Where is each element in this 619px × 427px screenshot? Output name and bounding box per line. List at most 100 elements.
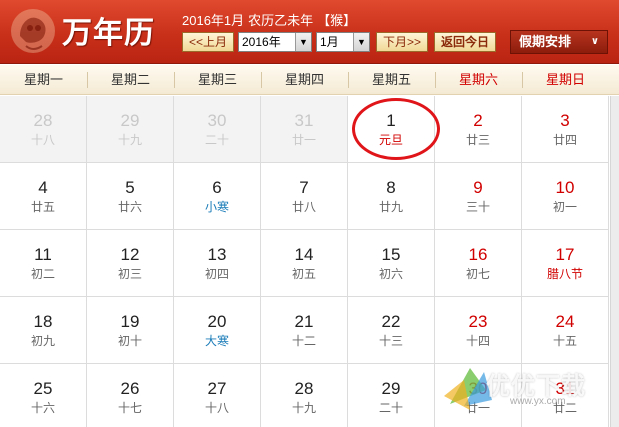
zodiac-text: 【猴】 [317, 13, 357, 28]
day-number: 27 [207, 379, 227, 398]
lunar-date-label: 二十 [204, 133, 229, 147]
day-cell[interactable]: 14 初五 [261, 230, 348, 297]
day-cell[interactable]: 9 三十 [435, 163, 522, 230]
year-select-value: 2016年 [242, 35, 281, 49]
lunar-date-label: 初一 [552, 200, 577, 214]
day-cell[interactable]: 27 十八 [174, 364, 261, 427]
lunar-date-label: 廿四 [552, 133, 577, 147]
month-select[interactable]: 1月 ▼ [316, 32, 370, 52]
solar-term-label: 大寒 [204, 334, 229, 348]
lunar-date-label: 二十 [378, 401, 403, 415]
lunar-date-label: 十二 [291, 334, 316, 348]
day-cell[interactable]: 18 初九 [0, 297, 87, 364]
day-number: 28 [33, 111, 53, 130]
weekday-divider [261, 72, 262, 88]
day-cell[interactable]: 16 初七 [435, 230, 522, 297]
day-number: 5 [125, 178, 135, 197]
day-number: 31 [294, 111, 314, 130]
lunar-date-label: 廿五 [30, 200, 55, 214]
scrollbar[interactable] [610, 96, 619, 427]
day-cell[interactable]: 5 廿六 [87, 163, 174, 230]
chevron-down-icon[interactable]: ▼ [353, 33, 369, 51]
day-number: 21 [294, 312, 314, 331]
day-number: 9 [473, 178, 483, 197]
day-cell[interactable]: 23 十四 [435, 297, 522, 364]
day-cell[interactable]: 25 十六 [0, 364, 87, 427]
day-number: 11 [34, 245, 52, 264]
day-cell[interactable]: 24 十五 [522, 297, 609, 364]
day-number: 20 [207, 312, 227, 331]
weekday-divider [435, 72, 436, 88]
day-cell[interactable]: 6 小寒 [174, 163, 261, 230]
lunar-date-label: 初十 [117, 334, 142, 348]
day-cell[interactable]: 28 十九 [261, 364, 348, 427]
holiday-dropdown-label: 假期安排 [519, 34, 572, 49]
lunar-date-label: 十九 [291, 401, 316, 415]
day-cell[interactable]: 15 初六 [348, 230, 435, 297]
weekday-label: 星期四 [284, 72, 324, 87]
year-select[interactable]: 2016年 ▼ [238, 32, 312, 52]
day-number: 13 [207, 245, 227, 264]
day-cell[interactable]: 29 二十 [348, 364, 435, 427]
day-cell[interactable]: 8 廿九 [348, 163, 435, 230]
prev-month-button[interactable]: <<上月 [182, 32, 234, 52]
weekday-divider [87, 72, 88, 88]
day-number: 29 [120, 111, 140, 130]
day-number: 18 [33, 312, 53, 331]
day-number: 19 [120, 312, 140, 331]
day-cell[interactable]: 20 大寒 [174, 297, 261, 364]
day-cell[interactable]: 17 腊八节 [522, 230, 609, 297]
weekday-header-row: 星期一 星期二 星期三 星期四 星期五 星期六 星期日 [0, 65, 619, 95]
chevron-down-icon[interactable]: ▼ [295, 33, 311, 51]
lunar-date-label: 十三 [378, 334, 403, 348]
day-cell[interactable]: 2 廿三 [435, 96, 522, 163]
day-cell[interactable]: 22 十三 [348, 297, 435, 364]
day-cell[interactable]: 26 十七 [87, 364, 174, 427]
lunar-date-label: 初二 [30, 267, 55, 281]
day-cell[interactable]: 29 十九 [87, 96, 174, 163]
lunar-date-label: 十八 [30, 133, 55, 147]
day-number: 14 [294, 245, 314, 264]
lunar-date-label: 三十 [465, 200, 490, 214]
day-cell[interactable]: 7 廿八 [261, 163, 348, 230]
day-cell[interactable]: 11 初二 [0, 230, 87, 297]
lunar-date-label: 廿三 [465, 133, 490, 147]
day-cell[interactable]: 28 十八 [0, 96, 87, 163]
day-cell[interactable]: 10 初一 [522, 163, 609, 230]
weekday-label: 星期五 [371, 72, 411, 87]
day-cell[interactable]: 12 初三 [87, 230, 174, 297]
day-number: 4 [38, 178, 48, 197]
weekday-label: 星期六 [458, 72, 498, 87]
day-cell[interactable]: 1 元旦 [348, 96, 435, 163]
lunar-date-label: 初三 [117, 267, 142, 281]
weekday-divider [522, 72, 523, 88]
lunar-date-label: 十五 [552, 334, 577, 348]
holiday-schedule-dropdown[interactable]: 假期安排 ∨ [510, 30, 608, 54]
day-number: 15 [381, 245, 401, 264]
lunar-date-label: 初五 [291, 267, 316, 281]
today-button[interactable]: 返回今日 [434, 32, 496, 52]
day-number: 29 [381, 379, 401, 398]
day-cell[interactable]: 19 初十 [87, 297, 174, 364]
day-cell[interactable]: 31 廿一 [261, 96, 348, 163]
weekday-label: 星期二 [110, 72, 150, 87]
day-number: 7 [299, 178, 309, 197]
current-date-info: 2016年1月 农历乙未年 【猴】 [182, 10, 360, 29]
calendar-header: 万年历 2016年1月 农历乙未年 【猴】 <<上月 2016年 ▼ 1月 ▼ 下月… [0, 0, 619, 64]
lunar-date-label: 十八 [204, 401, 229, 415]
day-cell[interactable]: 13 初四 [174, 230, 261, 297]
day-number: 17 [555, 245, 575, 264]
lunar-date-label: 廿九 [378, 200, 403, 214]
lunar-date-label: 廿六 [117, 200, 142, 214]
weekday-divider [348, 72, 349, 88]
chevron-down-icon: ∨ [590, 36, 599, 47]
day-number: 10 [555, 178, 575, 197]
day-cell[interactable]: 30 二十 [174, 96, 261, 163]
day-cell[interactable]: 3 廿四 [522, 96, 609, 163]
lunar-date-label: 十六 [30, 401, 55, 415]
weekday-label: 星期日 [545, 72, 585, 87]
solar-month-text: 2016年1月 [182, 13, 245, 28]
day-cell[interactable]: 4 廿五 [0, 163, 87, 230]
next-month-button[interactable]: 下月>> [376, 32, 428, 52]
day-cell[interactable]: 21 十二 [261, 297, 348, 364]
